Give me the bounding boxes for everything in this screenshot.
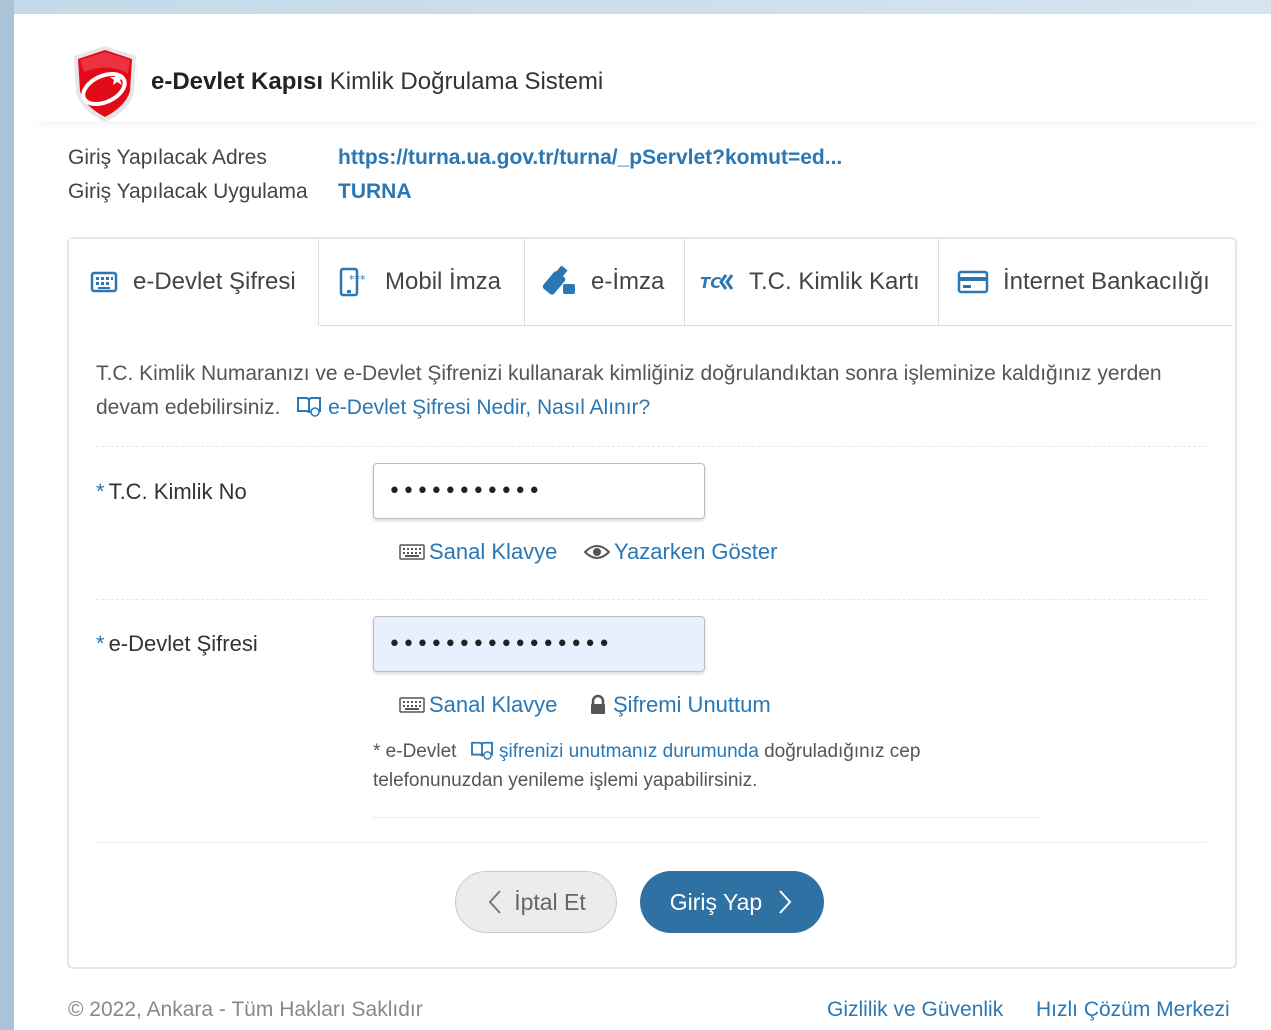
tc-label: * T.C. Kimlik No bbox=[96, 479, 247, 505]
mobile-signature-icon: *** bbox=[339, 267, 366, 297]
help-book-icon bbox=[297, 397, 322, 417]
virtual-keyboard-button-2[interactable]: Sanal Klavye bbox=[399, 692, 557, 718]
tab-id-card-label: T.C. Kimlik Kartı bbox=[749, 268, 920, 295]
background-top bbox=[0, 0, 1271, 14]
divider bbox=[96, 599, 1206, 600]
show-while-typing-button[interactable]: Yazarken Göster bbox=[584, 539, 777, 565]
password-label-text: e-Devlet Şifresi bbox=[108, 631, 258, 656]
tab-internet-banking[interactable]: İnternet Bankacılığı bbox=[939, 239, 1233, 326]
help-book-icon bbox=[470, 741, 493, 760]
note-prefix: * e-Devlet bbox=[373, 741, 457, 762]
credit-card-icon bbox=[957, 270, 989, 294]
privacy-link[interactable]: Gizlilik ve Güvenlik bbox=[827, 998, 1003, 1022]
header: e-Devlet Kapısı Kimlik Doğrulama Sistemi bbox=[30, 16, 1271, 122]
password-note: * e-Devlet şifrenizi unutmanız durumunda… bbox=[373, 737, 1003, 795]
turkish-emblem-logo-icon bbox=[74, 46, 136, 122]
lock-icon bbox=[591, 694, 605, 714]
keyboard-icon bbox=[399, 697, 425, 713]
tab-mobile-signature[interactable]: *** Mobil İmza bbox=[319, 239, 525, 326]
forgot-password-link[interactable]: Şifremi Unuttum bbox=[587, 692, 771, 718]
login-method-tabs: e-Devlet Şifresi *** Mobil İmza e-İmza T… bbox=[69, 239, 1235, 327]
tc-input[interactable] bbox=[373, 463, 705, 519]
eye-icon bbox=[584, 545, 610, 559]
cancel-button-label: İptal Et bbox=[514, 888, 586, 915]
virtual-keyboard-label: Sanal Klavye bbox=[429, 692, 558, 717]
background-left bbox=[0, 0, 14, 1030]
show-while-typing-label: Yazarken Göster bbox=[614, 539, 778, 564]
tab-internet-banking-label: İnternet Bankacılığı bbox=[1003, 268, 1210, 295]
tab-edevlet-password[interactable]: e-Devlet Şifresi bbox=[69, 239, 319, 326]
required-mark: * bbox=[96, 479, 105, 504]
virtual-keyboard-label: Sanal Klavye bbox=[429, 539, 558, 564]
tab-mobile-signature-label: Mobil İmza bbox=[385, 268, 502, 295]
divider bbox=[373, 817, 1039, 818]
tc-label-text: T.C. Kimlik No bbox=[108, 479, 247, 504]
app-title: e-Devlet Kapısı Kimlik Doğrulama Sistemi bbox=[151, 68, 603, 96]
help-link-label: e-Devlet Şifresi Nedir, Nasıl Alınır? bbox=[328, 396, 651, 419]
address-value: https://turna.ua.gov.tr/turna/_pServlet?… bbox=[338, 146, 843, 169]
keyboard-icon bbox=[399, 544, 425, 560]
app-title-bold: e-Devlet Kapısı bbox=[151, 68, 324, 95]
login-description: T.C. Kimlik Numaranızı ve e-Devlet Şifre… bbox=[96, 357, 1196, 425]
usb-token-icon bbox=[542, 266, 575, 295]
chevron-right-icon bbox=[779, 890, 792, 914]
id-card-logo-icon: TC bbox=[700, 274, 734, 292]
forgot-password-label: Şifremi Unuttum bbox=[613, 692, 771, 717]
support-center-link[interactable]: Hızlı Çözüm Merkezi bbox=[1036, 998, 1230, 1022]
divider bbox=[96, 842, 1206, 843]
svg-text:***: *** bbox=[349, 273, 366, 286]
required-mark: * bbox=[96, 631, 105, 656]
app-value: TURNA bbox=[338, 180, 412, 203]
divider bbox=[96, 446, 1206, 447]
app-label: Giriş Yapılacak Uygulama bbox=[68, 180, 308, 203]
password-input[interactable] bbox=[373, 616, 705, 672]
chevron-left-icon bbox=[488, 890, 501, 914]
address-label: Giriş Yapılacak Adres bbox=[68, 146, 267, 169]
login-card: e-Devlet Kapısı Kimlik Doğrulama Sistemi… bbox=[30, 16, 1271, 1030]
tab-e-signature[interactable]: e-İmza bbox=[525, 239, 685, 326]
help-link[interactable]: e-Devlet Şifresi Nedir, Nasıl Alınır? bbox=[296, 396, 650, 419]
tab-id-card[interactable]: TC T.C. Kimlik Kartı bbox=[685, 239, 939, 326]
tab-edevlet-password-label: e-Devlet Şifresi bbox=[133, 268, 296, 295]
login-button[interactable]: Giriş Yap bbox=[640, 871, 824, 933]
password-label: * e-Devlet Şifresi bbox=[96, 631, 258, 657]
copyright: © 2022, Ankara - Tüm Hakları Saklıdır bbox=[68, 998, 423, 1021]
note-link[interactable]: şifrenizi unutmanız durumunda bbox=[462, 741, 764, 762]
tab-e-signature-label: e-İmza bbox=[591, 268, 665, 295]
login-button-label: Giriş Yap bbox=[669, 888, 763, 915]
svg-text:TC: TC bbox=[700, 274, 721, 292]
virtual-keyboard-button-1[interactable]: Sanal Klavye bbox=[399, 539, 557, 565]
app-title-rest: Kimlik Doğrulama Sistemi bbox=[323, 68, 604, 95]
cancel-button[interactable]: İptal Et bbox=[455, 871, 617, 933]
keyboard-icon bbox=[90, 271, 118, 293]
note-link-label: şifrenizi unutmanız durumunda bbox=[498, 741, 759, 762]
login-panel: e-Devlet Şifresi *** Mobil İmza e-İmza T… bbox=[67, 237, 1237, 969]
